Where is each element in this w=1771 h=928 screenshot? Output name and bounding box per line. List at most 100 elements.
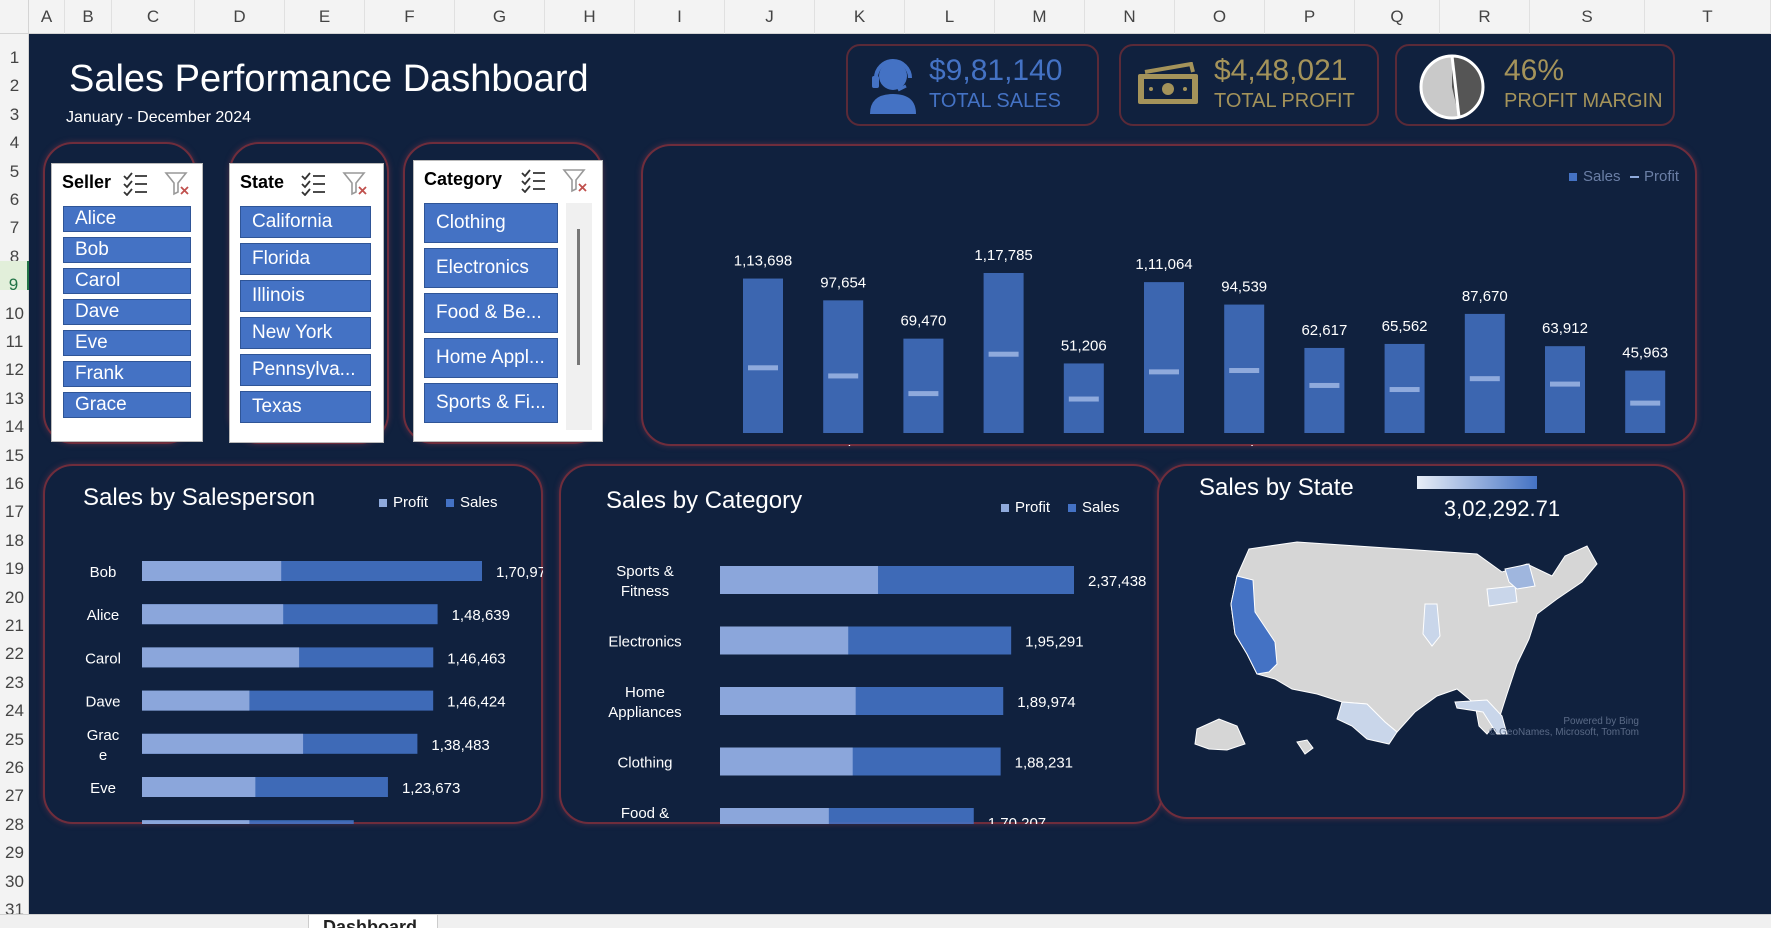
column-header[interactable]: S <box>1530 0 1645 34</box>
column-header[interactable]: A <box>29 0 65 34</box>
row-header[interactable]: 25 <box>0 716 29 749</box>
slicer-item[interactable]: Clothing <box>424 203 558 243</box>
slicer-item[interactable]: Carol <box>63 268 191 294</box>
row-header[interactable]: 7 <box>0 204 29 237</box>
row-header[interactable]: 2 <box>0 62 29 95</box>
column-header[interactable]: B <box>65 0 112 34</box>
column-header[interactable]: D <box>195 0 285 34</box>
profit-bar[interactable] <box>720 747 853 776</box>
row-header[interactable]: 14 <box>0 403 29 436</box>
row-header[interactable]: 13 <box>0 375 29 408</box>
slicer-item[interactable]: Home Appl... <box>424 338 558 378</box>
profit-marker[interactable] <box>1550 381 1580 387</box>
row-header[interactable]: 1 <box>0 34 29 67</box>
profit-bar[interactable] <box>720 566 879 594</box>
sales-bar[interactable] <box>1464 313 1505 433</box>
column-header[interactable]: T <box>1645 0 1771 34</box>
usa-landmass[interactable] <box>1230 541 1598 735</box>
column-header[interactable]: L <box>905 0 995 34</box>
row-header[interactable]: 12 <box>0 346 29 379</box>
sales-bar[interactable] <box>1144 282 1184 433</box>
profit-bar[interactable] <box>142 561 282 581</box>
row-header[interactable]: 31 <box>0 886 29 919</box>
row-header[interactable]: 24 <box>0 687 29 720</box>
slicer-item[interactable]: Food & Be... <box>424 293 558 333</box>
state-alaska[interactable] <box>1194 718 1246 751</box>
profit-marker[interactable] <box>748 365 778 371</box>
profit-marker[interactable] <box>1630 400 1661 406</box>
profit-marker[interactable] <box>1229 368 1260 374</box>
slicer-item[interactable]: Frank <box>63 361 191 387</box>
column-header[interactable]: C <box>112 0 195 34</box>
row-header[interactable]: 30 <box>0 858 29 891</box>
column-header[interactable]: N <box>1085 0 1175 34</box>
multi-select-icon[interactable] <box>122 170 148 196</box>
sales-bar[interactable] <box>1304 347 1345 433</box>
sheet-tab-dashboard[interactable]: Dashboard <box>308 915 438 928</box>
multi-select-icon[interactable] <box>520 167 546 193</box>
row-header[interactable]: 15 <box>0 432 29 465</box>
row-header[interactable]: 19 <box>0 545 29 578</box>
column-header[interactable]: K <box>815 0 905 34</box>
sales-bar[interactable] <box>743 278 783 433</box>
profit-marker[interactable] <box>1469 376 1500 382</box>
slicer-item[interactable]: California <box>240 206 371 238</box>
profit-bar[interactable] <box>142 647 300 668</box>
row-header[interactable]: 11 <box>0 318 29 351</box>
profit-bar[interactable] <box>720 687 856 715</box>
column-header[interactable]: E <box>285 0 365 34</box>
slicer-item[interactable]: Electronics <box>424 248 558 288</box>
slicer-scrollbar[interactable] <box>566 203 592 430</box>
clear-filter-icon[interactable] <box>164 170 190 196</box>
row-header[interactable]: 18 <box>0 517 29 550</box>
scrollbar-thumb[interactable] <box>577 229 580 365</box>
row-header[interactable]: 16 <box>0 460 29 493</box>
row-header[interactable]: 3 <box>0 91 29 124</box>
profit-marker[interactable] <box>1068 396 1099 402</box>
profit-bar[interactable] <box>720 808 829 824</box>
select-all-corner[interactable] <box>0 0 29 34</box>
slicer-item[interactable]: New York <box>240 317 371 349</box>
multi-select-icon[interactable] <box>300 170 326 196</box>
column-header[interactable]: M <box>995 0 1085 34</box>
row-header[interactable]: 9 <box>0 261 29 294</box>
state-hawaii[interactable] <box>1296 739 1314 755</box>
profit-bar[interactable] <box>142 604 284 625</box>
profit-marker[interactable] <box>828 373 859 379</box>
slicer-item[interactable]: Grace <box>63 392 191 418</box>
profit-bar[interactable] <box>142 820 250 824</box>
row-header[interactable]: 6 <box>0 176 29 209</box>
row-header[interactable]: 27 <box>0 772 29 805</box>
row-header[interactable]: 20 <box>0 574 29 607</box>
clear-filter-icon[interactable] <box>342 170 368 196</box>
column-header[interactable]: G <box>455 0 545 34</box>
slicer-item[interactable]: Bob <box>63 237 191 263</box>
row-header[interactable]: 4 <box>0 119 29 152</box>
slicer-item[interactable]: Texas <box>240 391 371 423</box>
profit-bar[interactable] <box>142 777 256 797</box>
profit-bar[interactable] <box>142 733 304 754</box>
clear-filter-icon[interactable] <box>562 167 588 193</box>
row-header[interactable]: 29 <box>0 829 29 862</box>
profit-marker[interactable] <box>908 391 939 397</box>
row-header[interactable]: 10 <box>0 290 29 323</box>
row-header[interactable]: 22 <box>0 630 29 663</box>
row-header[interactable]: 8 <box>0 233 29 266</box>
sales-bar[interactable] <box>823 300 864 433</box>
row-header[interactable]: 28 <box>0 801 29 834</box>
profit-marker[interactable] <box>1309 382 1340 388</box>
column-header[interactable]: P <box>1265 0 1355 34</box>
slicer-item[interactable]: Illinois <box>240 280 371 312</box>
profit-marker[interactable] <box>1389 387 1420 393</box>
row-header[interactable]: 26 <box>0 744 29 777</box>
slicer-item[interactable]: Eve <box>63 330 191 356</box>
row-header[interactable]: 21 <box>0 602 29 635</box>
row-header[interactable]: 17 <box>0 488 29 521</box>
slicer-item[interactable]: Florida <box>240 243 371 275</box>
sales-bar[interactable] <box>1545 346 1585 433</box>
column-header[interactable]: O <box>1175 0 1265 34</box>
state-pennsylvania[interactable] <box>1486 585 1518 607</box>
profit-marker[interactable] <box>1149 369 1179 375</box>
profit-marker[interactable] <box>988 351 1019 357</box>
column-header[interactable]: I <box>635 0 725 34</box>
